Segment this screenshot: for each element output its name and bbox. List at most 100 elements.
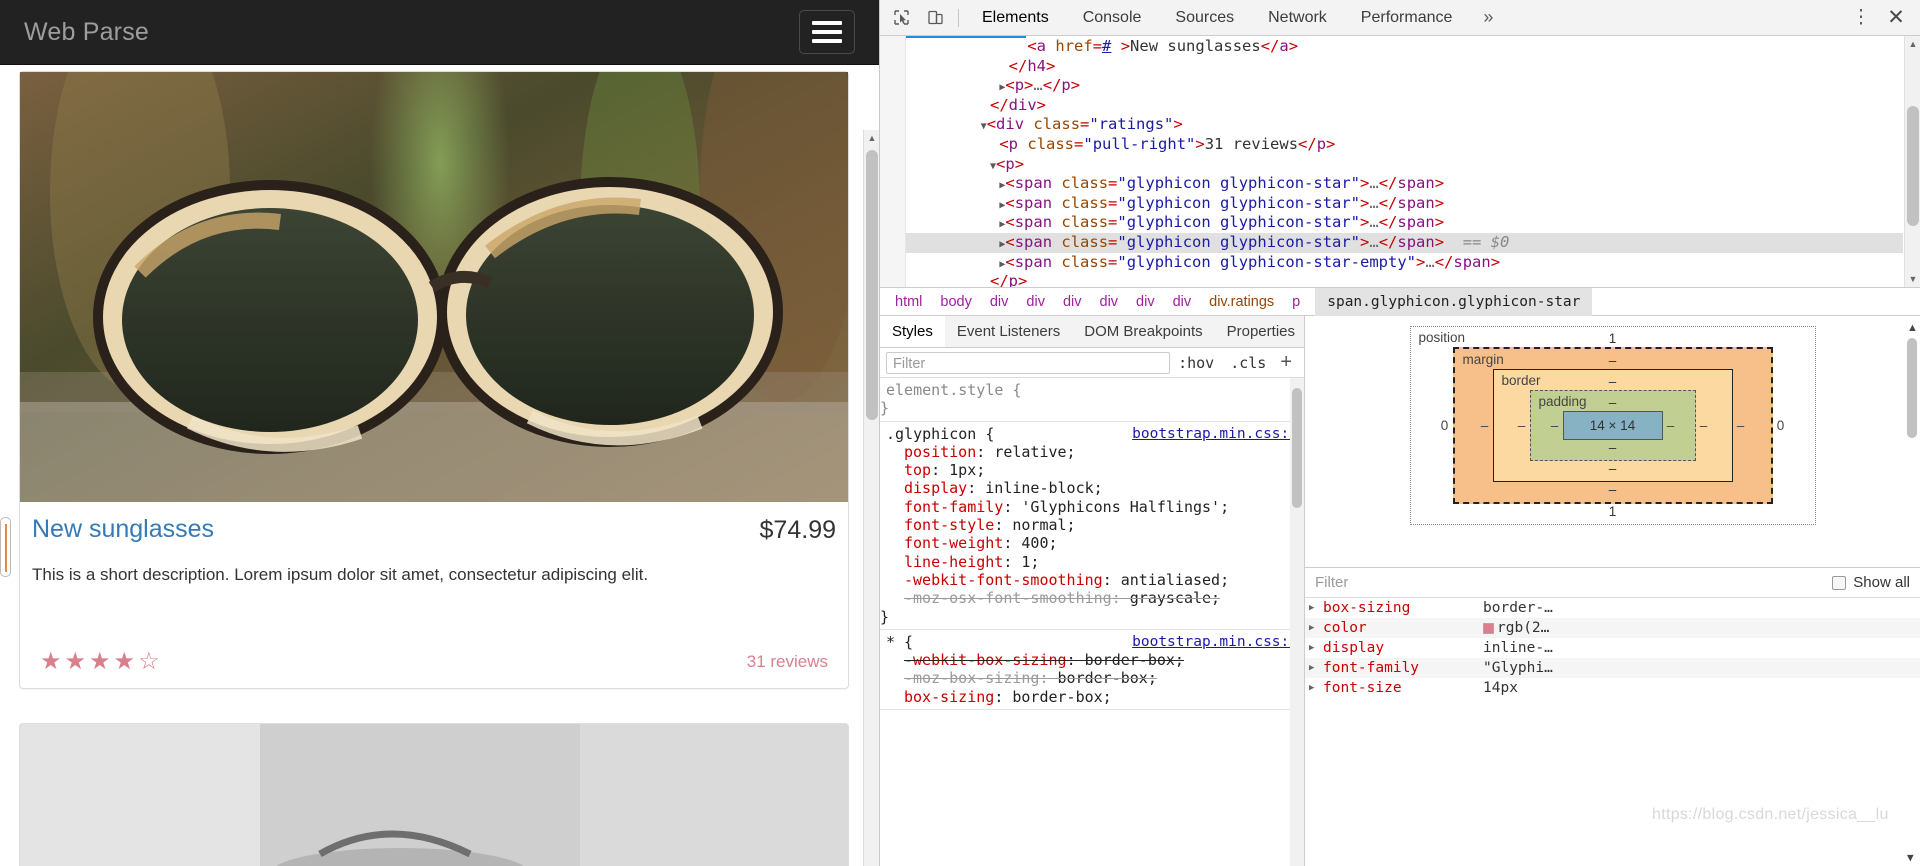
css-property-name[interactable]: font-style: [904, 516, 994, 534]
breadcrumb-item-div[interactable]: div: [1164, 294, 1201, 310]
chevron-right-icon[interactable]: ▶: [1309, 623, 1323, 633]
tab-properties[interactable]: Properties: [1215, 316, 1307, 347]
css-declaration[interactable]: top: 1px;: [880, 461, 1304, 479]
computed-property-row[interactable]: ▶ color rgb(2…: [1305, 618, 1920, 638]
css-property-value[interactable]: border-box;: [1012, 688, 1111, 706]
border-right-value[interactable]: –: [1696, 418, 1712, 433]
box-model-margin[interactable]: – margin – – border – – padding – 14 × 1…: [1452, 347, 1773, 504]
cursor-select-icon[interactable]: [884, 3, 918, 33]
computed-property-row[interactable]: ▶ font-size 14px: [1305, 678, 1920, 698]
breadcrumb-item-div[interactable]: div: [1054, 294, 1091, 310]
css-property-value[interactable]: border-box;: [1085, 651, 1184, 669]
styles-filter-input[interactable]: Filter: [886, 351, 1171, 374]
new-style-rule-button[interactable]: +: [1274, 351, 1298, 374]
css-property-value[interactable]: 'Glyphicons Halflings';: [1021, 498, 1229, 516]
css-property-name[interactable]: -moz-box-sizing: [904, 669, 1039, 687]
breadcrumb-item-p[interactable]: p: [1283, 294, 1309, 310]
position-top-value[interactable]: 1: [1437, 331, 1789, 347]
margin-top-value[interactable]: –: [1477, 353, 1749, 369]
style-rule-source-link[interactable]: bootstrap.min.css:5: [1132, 425, 1298, 443]
color-swatch[interactable]: [1483, 622, 1494, 634]
breadcrumb-item-div[interactable]: div: [981, 294, 1018, 310]
product-image-next[interactable]: [20, 724, 848, 866]
dom-scrollbar-thumb[interactable]: [1907, 106, 1919, 226]
css-property-name[interactable]: box-sizing: [904, 688, 994, 706]
css-property-value[interactable]: relative;: [994, 443, 1075, 461]
css-property-value[interactable]: normal;: [1012, 516, 1075, 534]
chevron-right-icon[interactable]: ▶: [1309, 603, 1323, 613]
show-all-toggle[interactable]: Show all: [1832, 574, 1910, 591]
margin-bottom-value[interactable]: –: [1477, 482, 1749, 498]
boxmodel-scroll-up-arrow[interactable]: ▲: [1907, 322, 1918, 334]
css-property-name[interactable]: -moz-osx-font-smoothing: [904, 589, 1112, 607]
boxmodel-scrollbar-thumb[interactable]: [1907, 338, 1917, 438]
css-declaration[interactable]: line-height: 1;: [880, 553, 1304, 571]
dom-node-selected[interactable]: ⋯ ▶<span class="glyphicon glyphicon-star…: [906, 232, 1903, 253]
border-left-value[interactable]: –: [1514, 418, 1530, 433]
computed-scrollbar[interactable]: ▼: [1906, 598, 1920, 866]
padding-bottom-value[interactable]: –: [1547, 440, 1679, 456]
css-declaration[interactable]: display: inline-block;: [880, 479, 1304, 497]
css-declaration[interactable]: font-family: 'Glyphicons Halflings';: [880, 498, 1304, 516]
computed-property-row[interactable]: ▶ box-sizing border-…: [1305, 598, 1920, 618]
boxmodel-scrollbar[interactable]: ▲: [1906, 322, 1920, 573]
margin-right-value[interactable]: –: [1733, 418, 1749, 433]
css-property-value[interactable]: 1;: [1021, 553, 1039, 571]
dom-node[interactable]: </h4>: [906, 57, 1903, 77]
breadcrumb-item-div[interactable]: div: [1017, 294, 1054, 310]
kebab-menu-icon[interactable]: ⋮: [1844, 6, 1878, 29]
css-property-name[interactable]: line-height: [904, 553, 1003, 571]
tab-event-listeners[interactable]: Event Listeners: [945, 316, 1072, 347]
style-rule-selector[interactable]: element.style {: [886, 381, 1021, 399]
tab-console[interactable]: Console: [1066, 0, 1159, 36]
style-rule-source-link[interactable]: bootstrap.min.css:5: [1132, 633, 1298, 651]
css-property-name[interactable]: -webkit-font-smoothing: [904, 571, 1103, 589]
dom-node[interactable]: <p class="pull-right">31 reviews</p>: [906, 135, 1903, 155]
dom-node[interactable]: ▶<p>…</p>: [906, 76, 1903, 96]
padding-left-value[interactable]: –: [1547, 418, 1563, 433]
css-property-name[interactable]: display: [904, 479, 967, 497]
css-property-value[interactable]: 1px;: [949, 461, 985, 479]
css-property-value[interactable]: inline-block;: [985, 479, 1102, 497]
chevron-right-icon[interactable]: ▶: [1309, 643, 1323, 653]
style-rule-selector[interactable]: .glyphicon {: [886, 425, 994, 443]
dom-node[interactable]: ▶<span class="glyphicon glyphicon-star">…: [906, 194, 1903, 214]
css-declaration[interactable]: -webkit-font-smoothing: antialiased;: [880, 571, 1304, 589]
tab-performance[interactable]: Performance: [1344, 0, 1470, 36]
dom-node[interactable]: </div>: [906, 96, 1903, 116]
dom-node[interactable]: ▶<span class="glyphicon glyphicon-star-e…: [906, 253, 1903, 273]
dom-tree-code[interactable]: <a href=# >New sunglasses</a> </h4> ▶<p>…: [906, 36, 1903, 287]
hamburger-menu-icon[interactable]: [799, 10, 855, 54]
dom-scroll-down-arrow[interactable]: ▼: [1905, 271, 1920, 287]
breadcrumb-item-selected[interactable]: span.glyphicon.glyphicon-star: [1315, 287, 1593, 316]
styles-scrollbar[interactable]: [1290, 378, 1304, 866]
css-property-name[interactable]: font-family: [904, 498, 1003, 516]
css-property-name[interactable]: -webkit-box-sizing: [904, 651, 1067, 669]
chevron-right-icon[interactable]: ▶: [1309, 663, 1323, 673]
css-declaration[interactable]: -webkit-box-sizing: border-box;: [880, 651, 1304, 669]
position-bottom-value[interactable]: 1: [1437, 504, 1789, 520]
css-declaration[interactable]: font-weight: 400;: [880, 534, 1304, 552]
show-all-checkbox[interactable]: [1832, 575, 1847, 590]
border-bottom-value[interactable]: –: [1514, 461, 1712, 477]
scroll-up-arrow[interactable]: ▲: [864, 130, 879, 146]
tab-sources[interactable]: Sources: [1158, 0, 1251, 36]
navbar-brand[interactable]: Web Parse: [24, 18, 149, 47]
tab-dom-breakpoints[interactable]: DOM Breakpoints: [1072, 316, 1214, 347]
breadcrumb-item-div[interactable]: div: [1127, 294, 1164, 310]
margin-left-value[interactable]: –: [1477, 418, 1493, 433]
style-rule-selector[interactable]: * {: [886, 633, 913, 651]
hov-toggle-button[interactable]: :hov: [1170, 354, 1222, 372]
close-icon[interactable]: ✕: [1878, 5, 1914, 30]
css-declaration[interactable]: -moz-box-sizing: border-box;: [880, 669, 1304, 687]
styles-scrollbar-thumb[interactable]: [1292, 388, 1302, 508]
breadcrumb[interactable]: html body div div div div div div div.ratings p sp…: [880, 287, 1920, 316]
device-toolbar-icon[interactable]: [918, 3, 952, 33]
dom-node[interactable]: ▶<span class="glyphicon glyphicon-star">…: [906, 174, 1903, 194]
computed-property-row[interactable]: ▶ font-family "Glyphi…: [1305, 658, 1920, 678]
page-scrollbar[interactable]: ▲ ▼: [863, 130, 879, 866]
css-property-value[interactable]: antialiased;: [1121, 571, 1229, 589]
position-right-value[interactable]: 0: [1773, 418, 1789, 433]
css-property-value[interactable]: border-box;: [1058, 669, 1157, 687]
css-property-name[interactable]: font-weight: [904, 534, 1003, 552]
